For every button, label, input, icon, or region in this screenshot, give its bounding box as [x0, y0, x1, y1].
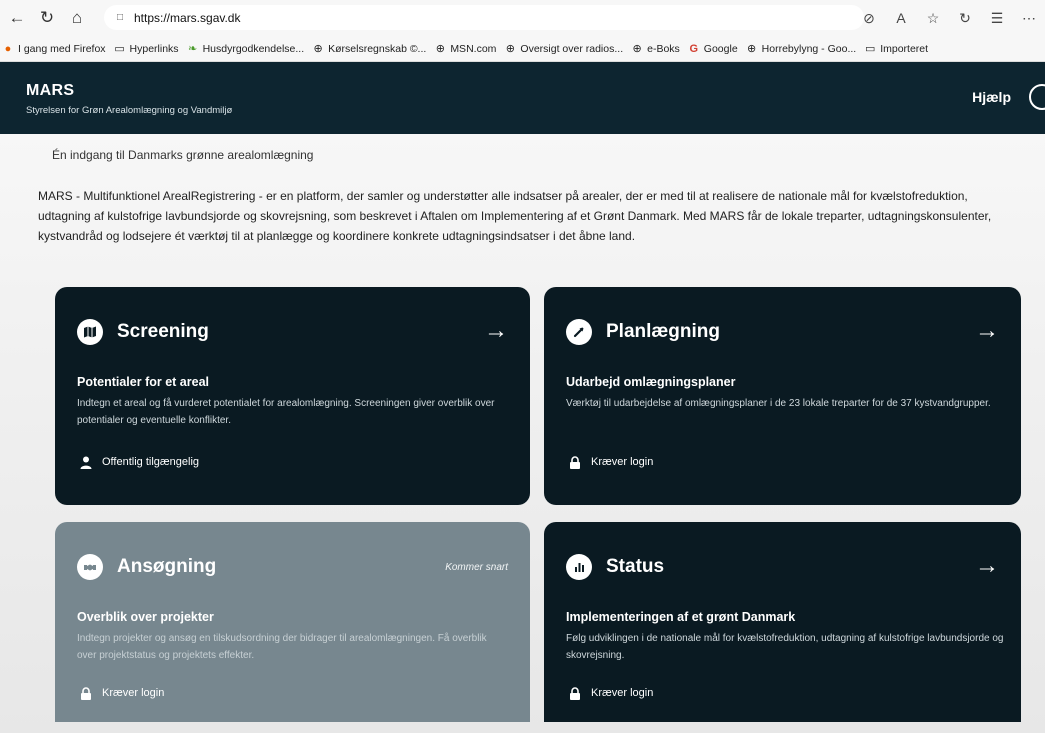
- bookmark-item[interactable]: ⊕ Kørselsregnskab ©...: [312, 43, 427, 56]
- card-subtitle: Overblik over projekter: [77, 610, 214, 624]
- browser-essentials-icon[interactable]: ↻: [955, 10, 975, 27]
- access-label: Kræver login: [591, 687, 654, 699]
- card-title: Planlægning: [606, 321, 720, 342]
- globe-icon: ⊕: [435, 43, 445, 55]
- reload-icon[interactable]: ↻: [34, 5, 60, 31]
- access-info: Kræver login: [568, 686, 653, 700]
- leaf-icon: ❧: [187, 43, 198, 55]
- screening-card[interactable]: Screening → Potentialer for et areal Ind…: [55, 287, 530, 505]
- intro-text: MARS - Multifunktionel ArealRegistrering…: [38, 189, 992, 243]
- bookmarks-bar: ● I gang med Firefox ▭ Hyperlinks ❧ Husdyrg…: [0, 36, 1045, 62]
- bookmark-item[interactable]: G Google: [688, 43, 738, 55]
- main-content: Én indgang til Danmarks grønne arealomlæ…: [0, 134, 1045, 733]
- card-subtitle: Potentialer for et areal: [77, 375, 209, 389]
- browser-toolbar: ← ↻ ⌂ □ https://mars.sgav.dk ⊘ A ☆ ↻ ☰ ⋯: [0, 0, 1045, 36]
- app-title[interactable]: MARS: [26, 82, 74, 100]
- bookmark-item[interactable]: ⊕ MSN.com: [434, 43, 497, 56]
- globe-icon: ⊕: [505, 43, 516, 55]
- favorite-star-icon[interactable]: ☆: [923, 10, 943, 27]
- globe-icon: ⊕: [313, 43, 323, 55]
- read-aloud-icon[interactable]: A: [891, 10, 911, 26]
- address-bar[interactable]: □ https://mars.sgav.dk: [104, 5, 864, 30]
- bookmark-item[interactable]: ● I gang med Firefox: [2, 43, 106, 55]
- folder-icon: ▭: [865, 43, 876, 55]
- folder-icon: ▭: [114, 43, 125, 55]
- access-info: Offentlig tilgængelig: [79, 455, 199, 469]
- lock-icon: [568, 455, 582, 469]
- card-subtitle: Implementeringen af et grønt Danmark: [566, 610, 796, 624]
- tagline: Én indgang til Danmarks grønne arealomlæ…: [52, 148, 314, 162]
- globe-icon: ⊕: [747, 43, 757, 55]
- card-title: Ansøgning: [117, 556, 217, 577]
- home-icon[interactable]: ⌂: [64, 5, 90, 31]
- card-title: Screening: [117, 321, 209, 342]
- access-info: Kræver login: [568, 455, 653, 469]
- card-description: Følg udviklingen i de nationale mål for …: [566, 633, 1004, 661]
- app-header: MARS Styrelsen for Grøn Arealomlægning o…: [0, 62, 1045, 134]
- bookmark-item[interactable]: ⊕ Horrebylyng - Goo...: [746, 43, 856, 56]
- site-info-icon[interactable]: □: [114, 12, 126, 24]
- card-subtitle: Udarbejd omlægningsplaner: [566, 375, 736, 389]
- help-link[interactable]: Hjælp: [972, 89, 1011, 105]
- google-icon: G: [689, 42, 699, 55]
- tracking-protection-icon[interactable]: ⊘: [859, 10, 879, 27]
- planning-card[interactable]: Planlægning → Udarbejd omlægningsplaner …: [544, 287, 1021, 505]
- status-card[interactable]: Status → Implementeringen af et grønt Da…: [544, 522, 1021, 722]
- toolbar-actions: ⊘ A ☆ ↻ ☰ ⋯: [859, 5, 1039, 31]
- firefox-icon: ●: [4, 42, 12, 55]
- bookmark-item[interactable]: ▭ Importeret: [864, 43, 928, 56]
- arrow-right-icon[interactable]: →: [975, 317, 999, 345]
- url-text: https://mars.sgav.dk: [134, 10, 241, 25]
- access-label: Offentlig tilgængelig: [102, 456, 200, 468]
- card-description: Værktøj til udarbejdelse af omlægningspl…: [566, 398, 991, 409]
- favorites-list-icon[interactable]: ☰: [987, 10, 1007, 27]
- bookmark-item[interactable]: ⊕ e-Boks: [631, 43, 680, 56]
- coming-soon-badge: Kommer snart: [445, 562, 508, 573]
- access-label: Kræver login: [591, 456, 654, 468]
- arrow-right-icon[interactable]: →: [484, 317, 508, 345]
- card-description: Indtegn et areal og få vurderet potentia…: [77, 398, 495, 426]
- map-icon: [77, 319, 103, 345]
- tool-icon: [566, 319, 592, 345]
- arrow-right-icon[interactable]: →: [975, 552, 999, 580]
- application-card: Ansøgning Kommer snart Overblik over pro…: [55, 522, 530, 722]
- access-label: Kræver login: [102, 687, 165, 699]
- access-info: Kræver login: [79, 686, 164, 700]
- card-description: Indtegn projekter og ansøg en tilskudsor…: [77, 633, 487, 661]
- lock-icon: [568, 686, 582, 700]
- bookmark-item[interactable]: ❧ Husdyrgodkendelse...: [187, 43, 304, 56]
- more-menu-icon[interactable]: ⋯: [1019, 10, 1039, 27]
- handshake-icon: [77, 554, 103, 580]
- user-account-icon[interactable]: [1029, 84, 1045, 110]
- card-title: Status: [606, 556, 665, 577]
- person-icon: [79, 455, 93, 469]
- app-subtitle: Styrelsen for Grøn Arealomlægning og Van…: [26, 105, 233, 116]
- lock-icon: [79, 686, 93, 700]
- globe-icon: ⊕: [632, 43, 642, 55]
- bookmark-item[interactable]: ▭ Hyperlinks: [114, 43, 178, 56]
- back-icon[interactable]: ←: [4, 5, 30, 31]
- bookmark-item[interactable]: ⊕ Oversigt over radios...: [504, 43, 623, 56]
- bar-chart-icon: [566, 554, 592, 580]
